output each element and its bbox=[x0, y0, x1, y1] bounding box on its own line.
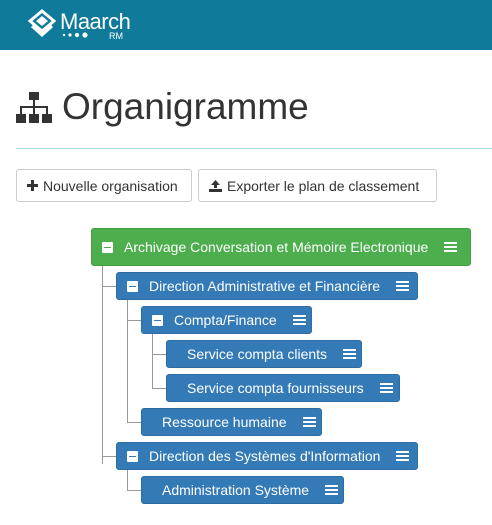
tree-connector bbox=[127, 470, 128, 490]
org-node-label: Ressource humaine bbox=[162, 414, 287, 430]
tree-connector bbox=[127, 490, 141, 491]
node-menu-icon[interactable] bbox=[396, 451, 410, 461]
org-node-label: Archivage Conversation et Mémoire Electr… bbox=[124, 239, 429, 255]
collapse-icon[interactable] bbox=[127, 280, 138, 292]
node-menu-icon[interactable] bbox=[396, 281, 410, 291]
node-menu-icon[interactable] bbox=[302, 417, 316, 427]
org-node[interactable]: Compta/Finance bbox=[141, 306, 312, 334]
brand-sub: RM bbox=[109, 31, 123, 41]
top-bar: Maarch RM bbox=[0, 0, 492, 50]
brand-logo[interactable]: Maarch RM bbox=[28, 9, 168, 43]
org-node[interactable]: Direction des Systèmes d'Information bbox=[116, 442, 418, 470]
node-menu-icon[interactable] bbox=[292, 315, 306, 325]
org-node[interactable]: Service compta fournisseurs bbox=[166, 374, 400, 402]
export-classification-button[interactable]: Exporter le plan de classement bbox=[198, 169, 437, 202]
org-node-label: Compta/Finance bbox=[174, 312, 277, 328]
org-node-label: Service compta fournisseurs bbox=[187, 380, 364, 396]
tree-connector bbox=[102, 456, 116, 457]
tree-connector bbox=[102, 266, 103, 464]
node-menu-icon[interactable] bbox=[379, 383, 393, 393]
tree-connector bbox=[152, 388, 166, 389]
node-menu-icon[interactable] bbox=[325, 485, 339, 495]
upload-icon bbox=[209, 179, 222, 192]
node-menu-icon[interactable] bbox=[444, 242, 458, 252]
export-classification-label: Exporter le plan de classement bbox=[227, 177, 420, 194]
node-menu-icon[interactable] bbox=[343, 349, 357, 359]
page-title: Organigramme bbox=[62, 86, 309, 127]
brand-dots-icon bbox=[62, 32, 88, 38]
tree-connector bbox=[127, 422, 141, 423]
org-node[interactable]: Ressource humaine bbox=[141, 408, 322, 436]
plus-icon bbox=[27, 180, 38, 191]
org-node-label: Administration Système bbox=[162, 482, 310, 498]
tree-connector bbox=[127, 300, 128, 422]
tree-connector bbox=[152, 334, 153, 388]
new-organization-button[interactable]: Nouvelle organisation bbox=[16, 169, 192, 202]
collapse-icon[interactable] bbox=[102, 241, 113, 253]
org-node[interactable]: Service compta clients bbox=[166, 340, 362, 368]
org-node-label: Direction des Systèmes d'Information bbox=[149, 448, 381, 464]
sitemap-icon bbox=[16, 92, 52, 123]
org-node[interactable]: Administration Système bbox=[141, 476, 344, 504]
tree-connector bbox=[127, 320, 141, 321]
org-node[interactable]: Direction Administrative et Financière bbox=[116, 272, 418, 300]
org-node-label: Direction Administrative et Financière bbox=[149, 278, 381, 294]
header-divider bbox=[16, 148, 492, 149]
collapse-icon[interactable] bbox=[152, 314, 163, 326]
org-node-label: Service compta clients bbox=[187, 346, 328, 362]
tree-connector bbox=[102, 286, 116, 287]
org-node-root[interactable]: Archivage Conversation et Mémoire Electr… bbox=[91, 228, 471, 266]
new-organization-label: Nouvelle organisation bbox=[43, 177, 178, 194]
tree-connector bbox=[152, 354, 166, 355]
collapse-icon[interactable] bbox=[127, 450, 138, 462]
maarch-logo-icon bbox=[28, 9, 56, 37]
